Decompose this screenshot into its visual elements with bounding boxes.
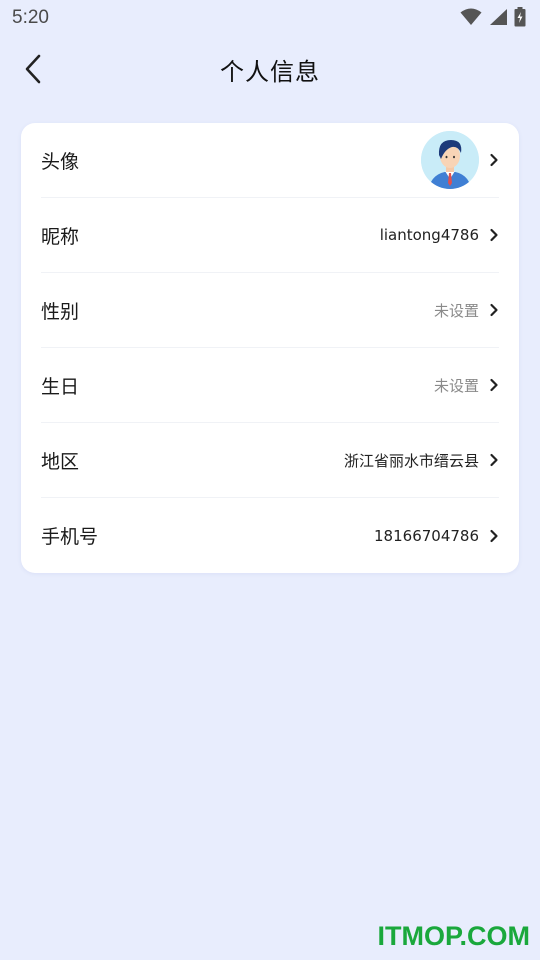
- nickname-value: liantong4786: [379, 226, 479, 244]
- birthday-label: 生日: [41, 375, 80, 398]
- chevron-right-icon: [490, 303, 498, 317]
- region-row[interactable]: 地区 浙江省丽水市缙云县: [41, 423, 499, 498]
- region-value: 浙江省丽水市缙云县: [343, 451, 479, 470]
- header: 个人信息: [0, 36, 540, 102]
- wifi-icon: [460, 8, 482, 25]
- avatar: [421, 131, 479, 189]
- chevron-right-icon: [490, 228, 498, 242]
- watermark: ITMOP.COM: [377, 921, 530, 951]
- avatar-row[interactable]: 头像: [41, 123, 499, 198]
- birthday-value: 未设置: [433, 376, 479, 395]
- gender-value: 未设置: [433, 301, 479, 320]
- chevron-right-icon: [490, 153, 498, 167]
- status-time: 5:20: [12, 7, 49, 28]
- chevron-right-icon: [490, 378, 498, 392]
- nickname-label: 昵称: [41, 225, 80, 248]
- phone-row[interactable]: 手机号 18166704786: [41, 498, 499, 573]
- nickname-row[interactable]: 昵称 liantong4786: [41, 198, 499, 273]
- avatar-label: 头像: [41, 150, 80, 173]
- signal-icon: [490, 9, 507, 25]
- page-title: 个人信息: [220, 58, 320, 86]
- chevron-right-icon: [490, 529, 498, 542]
- chevron-right-icon: [490, 453, 498, 467]
- profile-card: 头像 昵称 liantong4786 性别 未设置 生日 未设置 地区 浙江省丽…: [21, 123, 519, 573]
- gender-row[interactable]: 性别 未设置: [41, 273, 499, 348]
- region-label: 地区: [41, 450, 80, 473]
- phone-label: 手机号: [41, 526, 99, 548]
- status-icons: [460, 7, 526, 27]
- birthday-row[interactable]: 生日 未设置: [41, 348, 499, 423]
- phone-value: 18166704786: [374, 526, 479, 545]
- gender-label: 性别: [41, 300, 80, 323]
- battery-icon: [514, 7, 526, 27]
- status-bar: 5:20: [0, 0, 540, 36]
